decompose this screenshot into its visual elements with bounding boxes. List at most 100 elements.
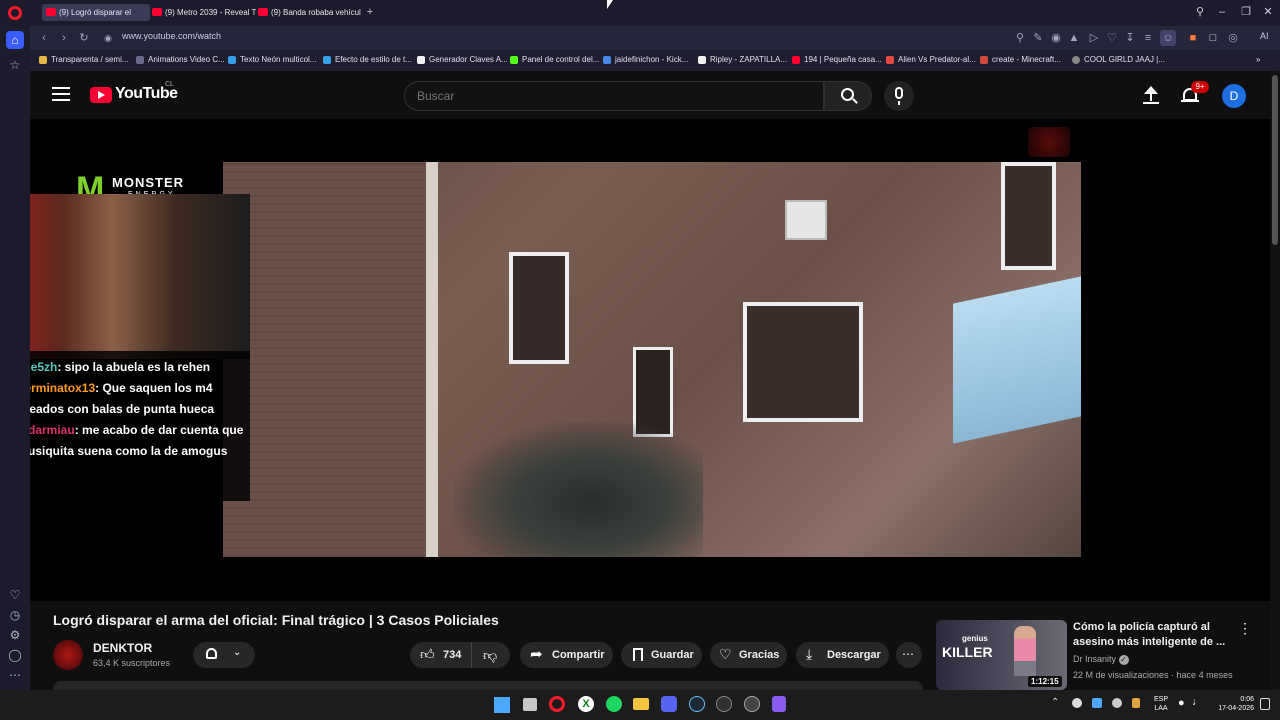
close-button[interactable]: ✕	[1260, 4, 1276, 20]
opera-logo-icon[interactable]	[8, 6, 22, 20]
gmail-icon	[886, 56, 894, 64]
more-vertical-icon[interactable]: ⋮	[1238, 620, 1252, 637]
share-button[interactable]: ➦ Compartir	[520, 642, 613, 668]
recommended-meta: 22 M de visualizaciones · hace 4 meses	[1073, 670, 1233, 680]
camera-icon[interactable]: ◉	[1048, 30, 1064, 46]
subscription-bell-button[interactable]: ⌄	[193, 642, 255, 668]
tab-1[interactable]: (9) Logró disparar el	[42, 4, 150, 21]
tray-chevron-up-icon[interactable]: ⌃	[1051, 697, 1059, 708]
save-button[interactable]: Guardar	[621, 642, 702, 668]
player-icon[interactable]: ▷	[1086, 30, 1102, 46]
avatar[interactable]: D	[1222, 84, 1246, 108]
notifications-button[interactable]: 9+	[1180, 81, 1209, 107]
steam-icon[interactable]	[689, 696, 705, 712]
channel-name[interactable]: DENKTOR	[93, 641, 152, 655]
maximize-button[interactable]: ❐	[1238, 4, 1254, 20]
scrollbar-thumb[interactable]	[1272, 75, 1278, 245]
shield-icon[interactable]: ▲	[1066, 30, 1082, 46]
language-indicator[interactable]: ESP LAA	[1152, 695, 1170, 713]
channel-watermark	[1028, 127, 1070, 157]
windows-start-icon[interactable]	[494, 697, 510, 713]
bookmark-item[interactable]: Animations Video C...	[136, 53, 225, 67]
heart-icon[interactable]: ♡	[6, 586, 24, 604]
bookmark-item[interactable]: 194 | Pequeña casa...	[792, 53, 882, 67]
tray-icon[interactable]	[1132, 698, 1140, 708]
back-icon[interactable]: ‹	[36, 30, 52, 46]
bookmark-item[interactable]: Alien Vs Predator-al...	[886, 53, 976, 67]
dislike-button[interactable]: 👎︎	[472, 642, 510, 668]
download-button[interactable]: ⤓ Descargar	[796, 642, 889, 668]
app-icon[interactable]	[744, 696, 760, 712]
bookmark-item[interactable]: Panel de control del...	[510, 53, 599, 67]
url-field[interactable]: www.youtube.com/watch	[122, 31, 221, 41]
recommended-channel[interactable]: Dr Insanity ✓	[1073, 654, 1129, 665]
bookmark-item[interactable]: Texto Neón multicol...	[228, 53, 316, 67]
like-button[interactable]: 👍︎ 734	[410, 642, 472, 668]
tips-icon[interactable]: ◯	[6, 646, 24, 664]
file-explorer-icon[interactable]	[633, 698, 649, 710]
heart-dollar-icon: ♡	[719, 646, 732, 662]
search-button[interactable]	[824, 81, 872, 111]
tab-2[interactable]: (9) Metro 2039 - Reveal Tr	[148, 4, 256, 21]
xbox-icon[interactable]: X	[578, 696, 594, 712]
wifi-icon[interactable]: ●	[1178, 697, 1185, 709]
more-bookmarks-icon[interactable]: »	[1256, 53, 1260, 67]
extension-icon[interactable]: □	[1205, 30, 1221, 46]
recommended-video[interactable]: genius KILLER 1:12:15 Cómo la policía ca…	[936, 620, 1256, 690]
tray-icon[interactable]	[1112, 698, 1122, 708]
volume-icon[interactable]: ♩	[1192, 696, 1203, 708]
heart-outline-icon[interactable]: ♡	[1104, 30, 1120, 46]
profile-icon[interactable]: ☺	[1160, 30, 1176, 46]
more-actions-button[interactable]: ⋯	[896, 642, 922, 668]
notification-center-icon[interactable]	[1260, 698, 1270, 710]
menu-lines-icon[interactable]: ≡	[1140, 30, 1156, 46]
scrollbar[interactable]	[1270, 71, 1280, 690]
extension-icon[interactable]: ◎	[1225, 30, 1241, 46]
bookmark-item[interactable]: COOL GIRLD JAAJ |...	[1072, 53, 1165, 67]
bookmark-item[interactable]: Ripley - ZAPATILLA...	[698, 53, 787, 67]
bookmark-item[interactable]: Efecto de estilo de t...	[323, 53, 412, 67]
minimize-button[interactable]: –	[1214, 4, 1230, 20]
bookmark-item[interactable]: Transparenta / semi...	[39, 53, 129, 67]
forward-icon[interactable]: ›	[56, 30, 72, 46]
search-tabs-icon[interactable]: ⚲	[1192, 4, 1208, 20]
opera-taskbar-icon[interactable]	[549, 696, 565, 712]
search-page-icon[interactable]: ⚲	[1012, 30, 1028, 46]
ai-button[interactable]: AI	[1260, 31, 1269, 41]
voice-search-button[interactable]	[884, 81, 914, 111]
discord-icon[interactable]	[661, 696, 677, 712]
bookmark-item[interactable]: Generador Claves A...	[417, 53, 508, 67]
task-view-icon[interactable]	[523, 698, 537, 711]
edit-icon[interactable]: ✎	[1030, 30, 1046, 46]
search-input[interactable]	[415, 87, 805, 105]
tab-3[interactable]: (9) Banda robaba vehícul	[254, 4, 362, 21]
bookmark-item[interactable]: create - Minecraft...	[980, 53, 1061, 67]
description-box[interactable]	[53, 681, 923, 690]
app-icon[interactable]	[772, 696, 786, 712]
video-frame[interactable]	[223, 162, 1081, 557]
hamburger-menu-icon[interactable]	[52, 87, 70, 101]
recommended-thumbnail[interactable]: genius KILLER 1:12:15	[936, 620, 1067, 690]
bookmark-item[interactable]: jaidefinichon - Kick...	[603, 53, 688, 67]
history-icon[interactable]: ◷	[6, 606, 24, 624]
home-icon[interactable]: ⌂	[6, 31, 24, 49]
thanks-button[interactable]: ♡ Gracias	[710, 642, 787, 668]
window	[1001, 162, 1056, 270]
tray-icon[interactable]	[1072, 698, 1082, 708]
chat-message: Terminatox13: Que saquen los m4 modeados…	[30, 378, 246, 420]
bookmark-icon[interactable]: ☆	[6, 56, 24, 74]
download-icon[interactable]: ↧	[1122, 30, 1138, 46]
settings-icon[interactable]: ⚙	[6, 626, 24, 644]
upload-button[interactable]	[1140, 85, 1162, 107]
spotify-icon[interactable]	[606, 696, 622, 712]
clock[interactable]: 0:06 17-04-2026	[1206, 695, 1254, 713]
reload-icon[interactable]: ↻	[76, 30, 92, 46]
recommended-title[interactable]: Cómo la policía capturó al asesino más i…	[1073, 620, 1229, 650]
channel-avatar[interactable]	[53, 640, 83, 670]
extension-icon[interactable]: ■	[1185, 30, 1201, 46]
tray-icon[interactable]	[1092, 698, 1102, 708]
obs-icon[interactable]	[716, 696, 732, 712]
more-icon[interactable]: ⋯	[6, 666, 24, 684]
video-player[interactable]: M MONSTER ENERGY guille5zh: sipo la abue…	[30, 119, 1270, 601]
new-tab-button[interactable]: +	[362, 4, 378, 20]
